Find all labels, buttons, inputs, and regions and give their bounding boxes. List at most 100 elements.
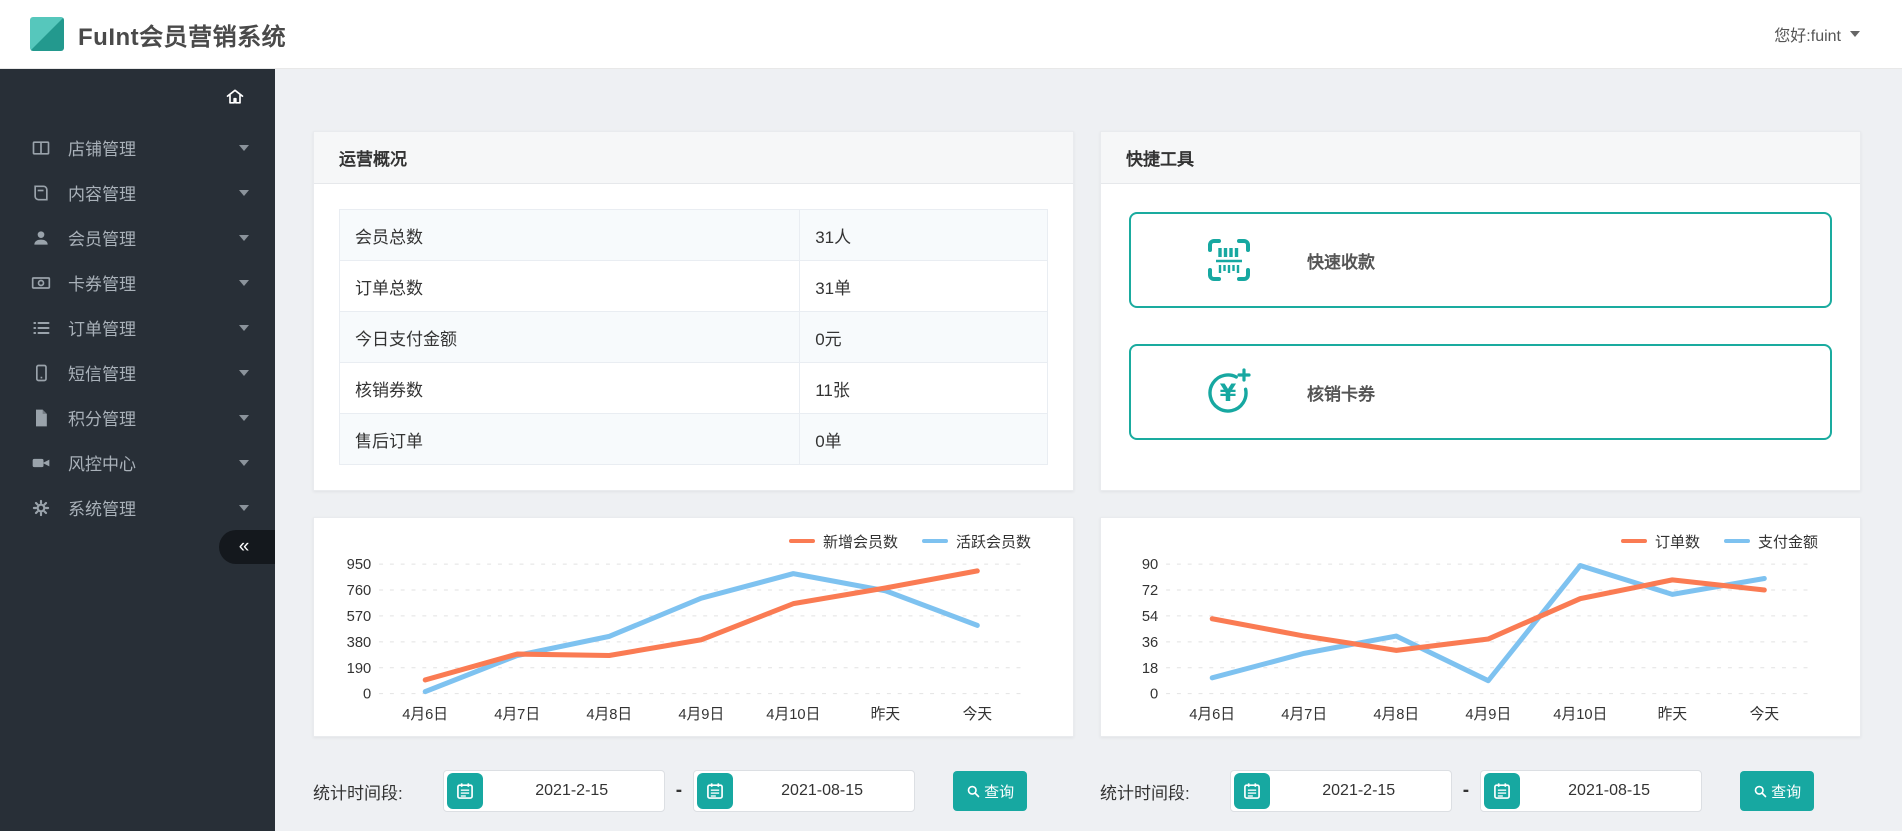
chevron-down-icon bbox=[239, 324, 249, 331]
stat-value: 0元 bbox=[799, 311, 1048, 363]
svg-text:36: 36 bbox=[1142, 634, 1158, 651]
legend-item[interactable]: 订单数 bbox=[1620, 531, 1700, 552]
svg-text:¥: ¥ bbox=[1220, 379, 1237, 407]
stat-value: 0单 bbox=[799, 413, 1048, 465]
overview-panel-title: 运营概况 bbox=[314, 132, 1073, 184]
sidebar-item-label: 店铺管理 bbox=[68, 140, 136, 159]
svg-text:4月7日: 4月7日 bbox=[494, 706, 540, 723]
order-icon bbox=[30, 318, 52, 338]
sidebar-item-label: 会员管理 bbox=[68, 230, 136, 249]
table-row: 会员总数 31人 bbox=[338, 209, 1048, 261]
legend-label: 订单数 bbox=[1654, 533, 1700, 551]
stat-value: 31人 bbox=[799, 209, 1048, 261]
search-icon bbox=[967, 785, 980, 797]
content-icon bbox=[30, 183, 52, 203]
sms-icon bbox=[30, 363, 52, 383]
sidebar-item-label: 卡券管理 bbox=[68, 275, 136, 294]
sidebar-item-content[interactable]: 内容管理 bbox=[0, 170, 275, 215]
sidebar-item-label: 系统管理 bbox=[68, 500, 136, 519]
sidebar-item-member[interactable]: 会员管理 bbox=[0, 215, 275, 260]
end-date-value: 2021-08-15 bbox=[781, 782, 863, 799]
end-date-input[interactable]: 2021-08-15 bbox=[693, 770, 916, 812]
stat-label: 核销券数 bbox=[338, 362, 801, 414]
search-button[interactable]: 查询 bbox=[1740, 771, 1815, 811]
sidebar-item-system[interactable]: 系统管理 bbox=[0, 485, 275, 530]
start-date-value: 2021-2-15 bbox=[1322, 782, 1396, 799]
yen-plus-icon: ¥ bbox=[1208, 368, 1251, 413]
sidebar-item-label: 内容管理 bbox=[68, 185, 136, 204]
sidebar-collapse-button[interactable]: « bbox=[219, 530, 275, 564]
collapse-icon: « bbox=[238, 536, 250, 557]
svg-text:950: 950 bbox=[347, 556, 372, 573]
sidebar-item-points[interactable]: 积分管理 bbox=[0, 395, 275, 440]
sidebar-item-label: 积分管理 bbox=[68, 410, 136, 429]
tool-label: 核销卡券 bbox=[1307, 384, 1375, 404]
svg-text:760: 760 bbox=[347, 582, 372, 599]
chevron-down-icon bbox=[239, 414, 249, 421]
user-greeting: 您好:fuint bbox=[1774, 28, 1841, 45]
svg-text:190: 190 bbox=[347, 660, 372, 677]
overview-panel: 运营概况 会员总数 31人 订单总数 31单 今日支付金额 0元 核销券数 11… bbox=[313, 131, 1074, 491]
svg-text:4月8日: 4月8日 bbox=[586, 706, 632, 723]
sidebar-menu: 店铺管理 内容管理 会员管理 卡券管理 订单管理 短信管理 积分管理 风控中心 … bbox=[0, 125, 275, 530]
chevron-down-icon bbox=[239, 279, 249, 286]
svg-text:90: 90 bbox=[1142, 556, 1158, 573]
sidebar-item-coupon[interactable]: 卡券管理 bbox=[0, 260, 275, 305]
calendar-icon[interactable] bbox=[697, 773, 734, 809]
legend-item[interactable]: 支付金额 bbox=[1723, 531, 1818, 552]
stat-label: 今日支付金额 bbox=[338, 311, 801, 363]
quick-collect-button[interactable]: 快速收款 bbox=[1129, 212, 1832, 308]
svg-text:18: 18 bbox=[1142, 660, 1158, 677]
search-button-label: 查询 bbox=[1771, 783, 1802, 801]
legend-item[interactable]: 新增会员数 bbox=[788, 531, 898, 552]
sidebar-item-shop[interactable]: 店铺管理 bbox=[0, 125, 275, 170]
sidebar-item-order[interactable]: 订单管理 bbox=[0, 305, 275, 350]
legend-swatch bbox=[1620, 539, 1647, 543]
stat-label: 会员总数 bbox=[338, 209, 801, 261]
members-date-filter: 统计时间段: 2021-2-15 - 2021-08-15 查询 bbox=[313, 770, 1074, 812]
end-date-value: 2021-08-15 bbox=[1568, 782, 1650, 799]
stat-label: 售后订单 bbox=[338, 413, 801, 465]
sidebar-item-risk[interactable]: 风控中心 bbox=[0, 440, 275, 485]
chevron-down-icon bbox=[239, 234, 249, 241]
svg-text:72: 72 bbox=[1142, 582, 1158, 599]
orders-chart-card: 订单数 支付金额 0 18 36 54 72 90 4月6日 4月7日 4月8日 4月9日 4月10… bbox=[1100, 517, 1861, 737]
chevron-down-icon bbox=[239, 144, 249, 151]
sidebar-item-sms[interactable]: 短信管理 bbox=[0, 350, 275, 395]
risk-icon bbox=[30, 453, 52, 473]
gear-icon bbox=[30, 498, 52, 518]
user-dropdown[interactable]: 您好:fuint bbox=[1774, 22, 1860, 46]
table-row: 订单总数 31单 bbox=[338, 260, 1048, 312]
date-range-separator: - bbox=[1462, 780, 1470, 801]
app-title: FuInt会员营销系统 bbox=[78, 23, 287, 51]
svg-text:昨天: 昨天 bbox=[871, 706, 900, 723]
start-date-value: 2021-2-15 bbox=[535, 782, 609, 799]
date-range-separator: - bbox=[675, 780, 683, 801]
chevron-down-icon bbox=[239, 504, 249, 511]
shop-icon bbox=[30, 138, 52, 158]
table-row: 核销券数 11张 bbox=[338, 362, 1048, 414]
calendar-icon[interactable] bbox=[1484, 773, 1521, 809]
calendar-icon[interactable] bbox=[446, 773, 483, 809]
coupon-icon bbox=[30, 273, 52, 293]
legend-item[interactable]: 活跃会员数 bbox=[921, 531, 1031, 552]
end-date-input[interactable]: 2021-08-15 bbox=[1480, 770, 1703, 812]
legend-label: 新增会员数 bbox=[822, 533, 898, 551]
svg-text:380: 380 bbox=[347, 634, 372, 651]
calendar-icon[interactable] bbox=[1233, 773, 1270, 809]
orders-line-chart: 0 18 36 54 72 90 4月6日 4月7日 4月8日 4月9日 4月10日 昨天 今天 bbox=[1142, 556, 1811, 723]
home-icon[interactable] bbox=[225, 87, 245, 107]
redeem-coupon-button[interactable]: ¥ 核销卡券 bbox=[1129, 344, 1832, 440]
svg-text:4月9日: 4月9日 bbox=[1465, 706, 1511, 723]
table-row: 今日支付金额 0元 bbox=[338, 311, 1048, 363]
search-button[interactable]: 查询 bbox=[953, 771, 1028, 811]
start-date-input[interactable]: 2021-2-15 bbox=[1229, 770, 1452, 812]
start-date-input[interactable]: 2021-2-15 bbox=[442, 770, 665, 812]
chevron-down-icon bbox=[239, 369, 249, 376]
svg-text:4月6日: 4月6日 bbox=[402, 706, 448, 723]
svg-text:4月10日: 4月10日 bbox=[766, 706, 820, 723]
svg-text:570: 570 bbox=[347, 608, 372, 625]
members-chart-card: 新增会员数 活跃会员数 0 190 380 570 760 950 4月6日 4月7日 4月8日… bbox=[313, 517, 1074, 737]
orders-date-filter: 统计时间段: 2021-2-15 - 2021-08-15 查询 bbox=[1100, 770, 1861, 812]
svg-text:4月7日: 4月7日 bbox=[1281, 706, 1327, 723]
